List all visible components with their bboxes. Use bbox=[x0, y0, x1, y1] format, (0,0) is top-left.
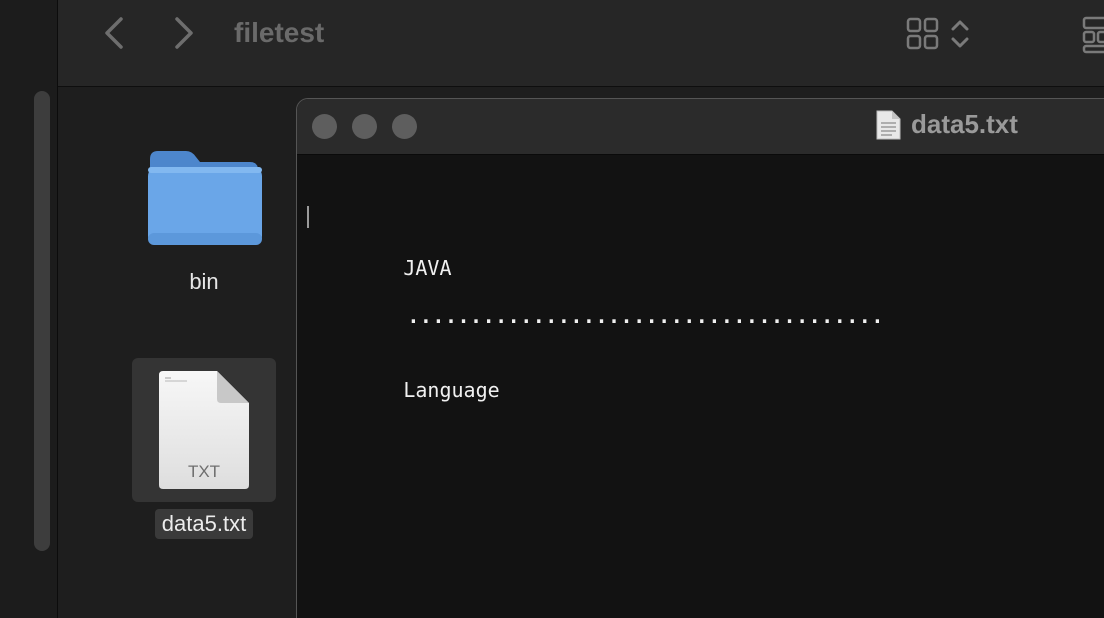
window-title: filetest bbox=[234, 17, 325, 48]
editor-text-area[interactable]: JAVA ...................................… bbox=[307, 155, 884, 425]
text-editor-window: data5.txt JAVA .........................… bbox=[296, 98, 1104, 618]
close-button[interactable] bbox=[312, 114, 337, 139]
file-icon-selection: TXT bbox=[132, 358, 276, 502]
scrollbar[interactable] bbox=[34, 91, 50, 551]
text-file-icon: TXT bbox=[159, 371, 249, 489]
text-line-3: Language bbox=[403, 378, 500, 402]
view-mode-button[interactable] bbox=[906, 14, 978, 54]
editor-title-text: data5.txt bbox=[911, 109, 1018, 139]
zoom-button[interactable] bbox=[392, 114, 417, 139]
chevron-left-icon bbox=[105, 17, 123, 49]
forward-button[interactable] bbox=[166, 14, 202, 52]
folder-icon bbox=[148, 151, 262, 245]
group-icon bbox=[1082, 16, 1104, 54]
folder-item-bin[interactable]: bin bbox=[142, 145, 266, 295]
file-type-label: TXT bbox=[188, 462, 220, 481]
finder-toolbar: filetest bbox=[58, 0, 1104, 87]
grid-view-icon bbox=[906, 17, 939, 50]
file-label: data5.txt bbox=[154, 509, 254, 539]
editor-title: data5.txt bbox=[875, 109, 1018, 140]
text-line: JAVA bbox=[307, 203, 884, 280]
minimize-button[interactable] bbox=[352, 114, 377, 139]
folder-label: bin bbox=[189, 269, 219, 294]
text-line: Language bbox=[307, 351, 884, 402]
document-icon bbox=[876, 110, 901, 139]
text-line-2: ...................................... bbox=[407, 304, 884, 328]
desktop: filetest bin TXT data5.txt data5.txt JAV… bbox=[0, 0, 1104, 618]
text-line-1: JAVA bbox=[403, 256, 452, 280]
chevron-updown-icon bbox=[951, 20, 969, 48]
editor-titlebar: data5.txt bbox=[297, 99, 1104, 155]
file-item-data5[interactable]: TXT data5.txt bbox=[132, 358, 276, 539]
chevron-right-icon bbox=[175, 17, 193, 49]
text-cursor bbox=[307, 206, 309, 228]
group-button[interactable] bbox=[1080, 14, 1104, 54]
sidebar-strip bbox=[0, 0, 58, 618]
back-button[interactable] bbox=[96, 14, 132, 52]
